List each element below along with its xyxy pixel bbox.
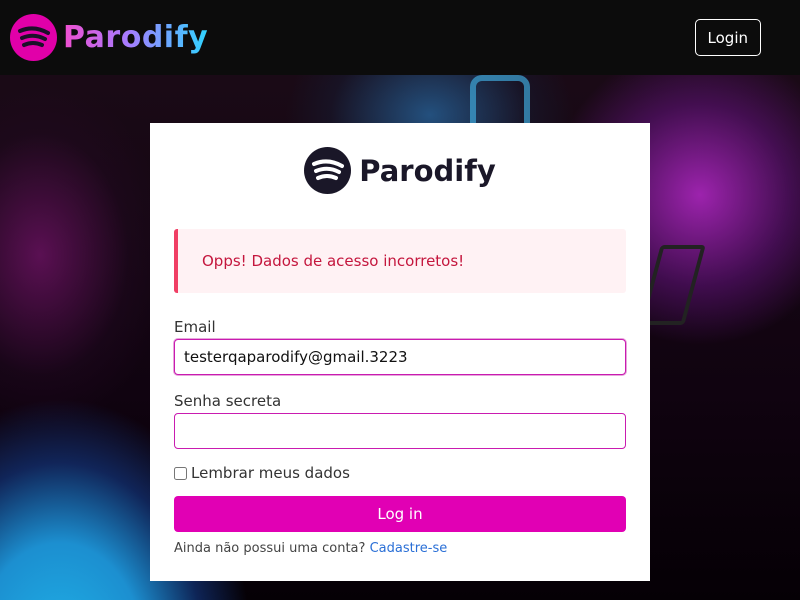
email-label: Email	[174, 318, 216, 336]
top-navbar: Parodify Login	[0, 0, 800, 75]
signup-link[interactable]: Cadastre-se	[370, 541, 448, 556]
soundwave-logo-icon	[304, 147, 352, 194]
password-label: Senha secreta	[174, 392, 282, 410]
card-brand: Parodify	[174, 147, 626, 194]
nav-login-button[interactable]: Login	[694, 19, 761, 56]
error-alert-text: Opps! Dados de acesso incorretos!	[202, 252, 465, 270]
soundwave-logo-icon	[10, 14, 57, 61]
password-field[interactable]	[174, 413, 626, 449]
signup-prompt-text: Ainda não possui uma conta?	[174, 541, 366, 556]
remember-label: Lembrar meus dados	[191, 464, 350, 482]
login-card: Parodify Opps! Dados de acesso incorreto…	[150, 123, 650, 581]
remember-me: Lembrar meus dados	[174, 464, 626, 482]
brand-name: Parodify	[63, 20, 209, 55]
login-submit-button[interactable]: Log in	[174, 496, 626, 532]
email-field[interactable]	[174, 339, 626, 375]
page-scrollbar[interactable]	[786, 75, 800, 600]
remember-checkbox[interactable]	[174, 466, 187, 480]
signup-prompt: Ainda não possui uma conta? Cadastre-se	[174, 541, 626, 556]
error-alert: Opps! Dados de acesso incorretos!	[174, 229, 626, 293]
brand-home-link[interactable]: Parodify	[10, 14, 208, 61]
card-brand-name: Parodify	[359, 153, 496, 188]
